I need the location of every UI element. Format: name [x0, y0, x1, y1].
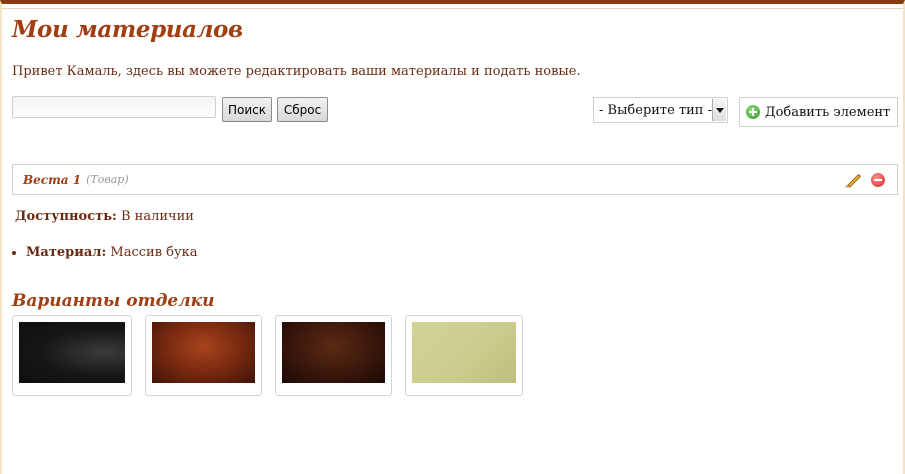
finishes-title: Варианты отделки [12, 291, 215, 311]
delete-icon[interactable] [871, 173, 885, 187]
item-header: Веста 1 (Товар) [12, 164, 898, 195]
finish-swatch[interactable] [12, 315, 132, 396]
availability-label: Доступность: [15, 209, 117, 224]
type-select-label: - Выберите тип - [599, 102, 712, 118]
finish-swatch[interactable] [405, 315, 523, 396]
intro-text: Привет Камаль, здесь вы можете редактиро… [12, 64, 581, 79]
plus-icon [746, 105, 760, 119]
pencil-icon[interactable] [845, 172, 861, 188]
page-frame: Мои материалов Привет Камаль, здесь вы м… [0, 0, 905, 474]
item-name-link[interactable]: Веста 1 [23, 173, 81, 187]
availability: Доступность: В наличии [15, 209, 194, 224]
finish-swatch[interactable] [145, 315, 262, 396]
top-divider [2, 8, 903, 9]
search-input[interactable] [12, 96, 216, 118]
finish-image [152, 322, 255, 383]
add-element-button[interactable]: Добавить элемент [739, 97, 898, 127]
page-title: Мои материалов [12, 16, 243, 43]
finish-image [19, 322, 125, 383]
reset-button[interactable]: Сброс [277, 97, 328, 122]
material-list-item: Материал: Массив бука [12, 245, 198, 260]
add-element-label: Добавить элемент [765, 104, 891, 120]
finish-image [412, 322, 516, 383]
search-button[interactable]: Поиск [222, 97, 272, 122]
finish-image [282, 322, 385, 383]
material-value: Массив бука [110, 245, 198, 260]
availability-value: В наличии [120, 209, 194, 224]
chevron-down-icon[interactable] [712, 99, 726, 121]
finish-swatch[interactable] [275, 315, 392, 396]
material-label: Материал: [26, 245, 107, 260]
bullet [12, 250, 16, 255]
item-type: (Товар) [86, 173, 129, 186]
type-select[interactable]: - Выберите тип - [593, 97, 728, 123]
